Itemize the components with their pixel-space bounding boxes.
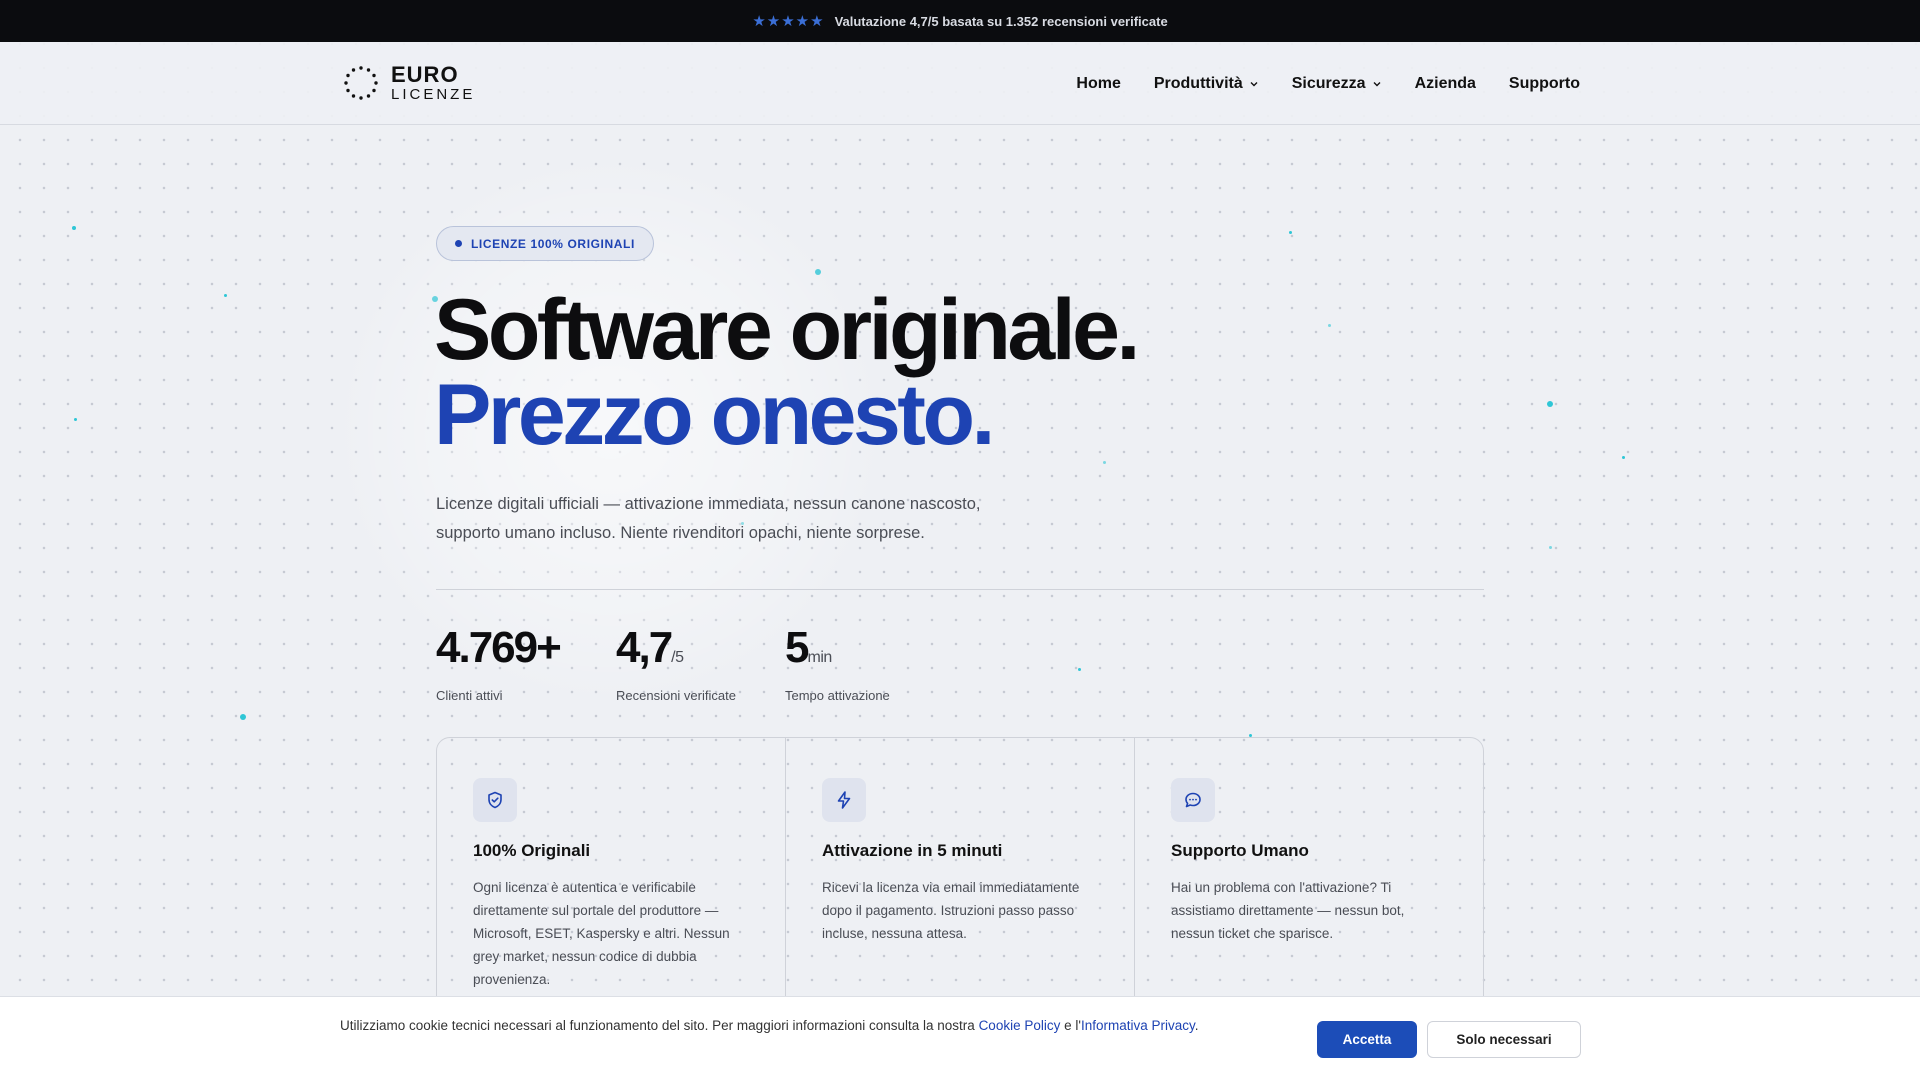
stat-attivazione: 5min Tempo attivazione [785, 622, 890, 703]
stat-value: 4,7/5 [616, 622, 736, 684]
particle-dot [815, 269, 821, 275]
hero-subtitle-line1: Licenze digitali ufficiali — attivazione… [436, 495, 981, 513]
feature-card-originali: 100% Originali Ogni licenza è autentica … [437, 738, 786, 1016]
cookie-text-before: Utilizziamo cookie tecnici necessari al … [340, 1018, 979, 1033]
hero-divider [436, 589, 1484, 590]
logo-wordmark: EURO LICENZE [391, 62, 476, 103]
particle-dot [72, 226, 76, 230]
site-header: EURO LICENZE Home Produttività Sicurezza… [0, 42, 1920, 125]
feature-card-attivazione: Attivazione in 5 minuti Ricevi la licenz… [786, 738, 1135, 1016]
shield-check-icon [473, 778, 517, 822]
particle-dot [1078, 668, 1081, 671]
cookie-policy-link[interactable]: Cookie Policy [979, 1018, 1061, 1033]
stat-recensioni: 4,7/5 Recensioni verificate [616, 622, 736, 703]
hero-subtitle-line2: supporto umano incluso. Niente rivendito… [436, 524, 925, 542]
particle-dot [224, 294, 227, 297]
stat-unit: /5 [671, 649, 684, 666]
feature-title: 100% Originali [473, 841, 591, 860]
stat-value: 5min [785, 622, 890, 684]
cookie-message: Utilizziamo cookie tecnici necessari al … [340, 1015, 1280, 1037]
nav-sicurezza[interactable]: Sicurezza [1292, 75, 1382, 93]
nav-produttivita-label: Produttività [1153, 74, 1243, 92]
feature-cards: 100% Originali Ogni licenza è autentica … [436, 737, 1484, 1017]
accept-cookies-button[interactable]: Accetta [1317, 1021, 1417, 1058]
hero-title-line1: Software originale. [434, 282, 1140, 378]
nav-sicurezza-label: Sicurezza [1291, 74, 1366, 92]
nav-azienda-label: Azienda [1414, 74, 1476, 92]
particle-dot [240, 714, 246, 720]
stat-label: Recensioni verificate [616, 688, 736, 703]
feature-title: Supporto Umano [1171, 841, 1309, 860]
nav-supporto-label: Supporto [1508, 74, 1580, 92]
main-nav: Home Produttività Sicurezza Azienda Supp… [1076, 42, 1580, 125]
stat-number: 5 [785, 623, 810, 672]
particle-dot [1622, 456, 1625, 459]
chevron-down-icon [1250, 81, 1258, 86]
badge-label: LICENZE 100% ORIGINALI [471, 236, 635, 251]
privacy-policy-link[interactable]: Informativa Privacy [1081, 1018, 1195, 1033]
feature-text: Hai un problema con l'attivazione? Ti as… [1171, 880, 1405, 941]
nav-produttivita[interactable]: Produttività [1154, 75, 1259, 93]
stat-number: 4.769+ [436, 623, 562, 672]
particle-dot [74, 418, 77, 421]
particle-dot [1328, 324, 1331, 327]
stat-value: 4.769+ [436, 622, 562, 684]
stat-unit: min [807, 649, 832, 666]
particle-dot [1289, 231, 1292, 234]
necessary-cookies-button[interactable]: Solo necessari [1427, 1021, 1581, 1058]
badge-dot-icon [455, 240, 462, 247]
particle-dot [1103, 461, 1106, 464]
nav-azienda[interactable]: Azienda [1415, 75, 1476, 93]
feature-card-supporto: Supporto Umano Hai un problema con l'att… [1135, 738, 1483, 1016]
nav-supporto[interactable]: Supporto [1509, 75, 1580, 93]
stat-number: 4,7 [616, 623, 673, 672]
stat-label: Tempo attivazione [785, 688, 890, 703]
rating-topbar: ★★★★★ Valutazione 4,7/5 basata su 1.352 … [0, 0, 1920, 42]
rating-text: Valutazione 4,7/5 basata su 1.352 recens… [834, 13, 1168, 29]
originali-badge: LICENZE 100% ORIGINALI [436, 226, 654, 261]
hero-title-line2: Prezzo onesto. [434, 367, 995, 463]
feature-text: Ogni licenza è autentica e verificabile … [473, 880, 730, 987]
cookie-banner: Utilizziamo cookie tecnici necessari al … [0, 996, 1920, 1080]
feature-title: Attivazione in 5 minuti [822, 841, 1003, 860]
nav-home[interactable]: Home [1076, 75, 1120, 93]
cookie-text-middle: e l' [1060, 1018, 1081, 1033]
site-logo[interactable]: EURO LICENZE [343, 64, 475, 102]
cookie-text-after: . [1194, 1018, 1199, 1033]
nav-home-label: Home [1076, 74, 1121, 92]
rating-stars-icon: ★★★★★ [752, 13, 825, 30]
logo-line1: EURO [391, 62, 459, 87]
logo-line2: LICENZE [391, 86, 476, 103]
particle-dot [1547, 401, 1553, 407]
particle-dot [1549, 546, 1552, 549]
lightning-icon [822, 778, 866, 822]
chevron-down-icon [1373, 81, 1381, 86]
feature-text: Ricevi la licenza via email immediatamen… [822, 880, 1080, 941]
stat-clienti: 4.769+ Clienti attivi [436, 622, 562, 703]
stat-label: Clienti attivi [436, 688, 503, 703]
hero-subtitle: Licenze digitali ufficiali — attivazione… [436, 490, 1036, 548]
chat-bubble-icon [1171, 778, 1215, 822]
eu-stars-logo-icon [344, 66, 378, 100]
